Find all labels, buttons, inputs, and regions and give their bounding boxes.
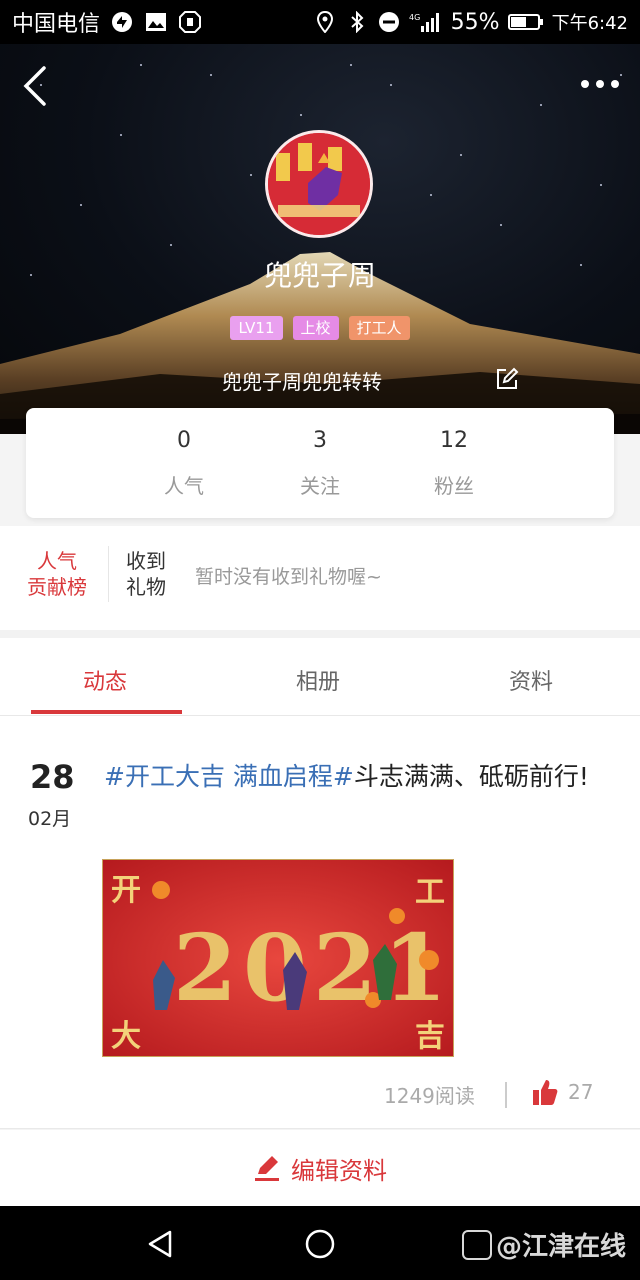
gifts-section: 人气 贡献榜 收到 礼物 暂时没有收到礼物喔~ bbox=[0, 526, 640, 630]
gift-title-line2: 礼物 bbox=[126, 575, 166, 599]
stat-value: 12 bbox=[440, 428, 468, 453]
active-tab-indicator bbox=[31, 710, 182, 714]
tab-activity[interactable]: 动态 bbox=[83, 664, 127, 696]
title-badge: 打工人 bbox=[348, 316, 410, 340]
network-type-label: 4G bbox=[409, 13, 420, 22]
svg-text:吉: 吉 bbox=[415, 1019, 445, 1054]
post-read-count: 1249阅读 bbox=[384, 1084, 475, 1108]
stat-label: 关注 bbox=[300, 474, 340, 498]
gifts-empty-text: 暂时没有收到礼物喔~ bbox=[195, 566, 382, 588]
svg-text:2021: 2021 bbox=[173, 914, 453, 1022]
rank-badge: 上校 bbox=[292, 316, 339, 340]
rank-label-line1: 人气 bbox=[37, 549, 77, 573]
stat-following[interactable]: 3 关注 bbox=[270, 426, 370, 499]
edit-icon bbox=[497, 367, 519, 389]
sync-icon bbox=[110, 10, 134, 34]
divider bbox=[108, 546, 109, 602]
user-nickname: 兜兜子周 bbox=[263, 259, 376, 292]
divider bbox=[505, 1082, 507, 1108]
post-item[interactable]: 28 02月 #开工大吉 满血启程#斗志满满、砥砺前行! 开 工 大 吉 202… bbox=[0, 716, 640, 1130]
gift-title-line1: 收到 bbox=[126, 549, 166, 573]
stat-value: 3 bbox=[313, 428, 327, 453]
status-bar: 中国电信 4G 55% 下午6:42 bbox=[0, 0, 640, 44]
new-year-poster-image: 开 工 大 吉 2021 bbox=[103, 860, 453, 1056]
nav-back-button[interactable] bbox=[144, 1228, 176, 1260]
level-badge: LV11 bbox=[230, 316, 283, 340]
thumbs-up-icon bbox=[533, 1080, 558, 1105]
bluetooth-icon bbox=[345, 10, 369, 34]
section-separator bbox=[0, 630, 640, 638]
stat-label: 人气 bbox=[164, 474, 204, 498]
battery-icon bbox=[507, 10, 544, 34]
more-button[interactable] bbox=[578, 74, 622, 94]
ox-avatar-image bbox=[268, 133, 370, 235]
carrier-name: 中国电信 bbox=[12, 12, 101, 37]
edit-signature-button[interactable] bbox=[494, 366, 520, 392]
badge-row: LV11 上校 打工人 bbox=[0, 316, 640, 340]
triangle-back-icon bbox=[148, 1230, 172, 1258]
more-dot-icon bbox=[611, 80, 619, 88]
profile-header: 兜兜子周 LV11 上校 打工人 兜兜子周兜兜转转 bbox=[0, 44, 640, 434]
chevron-left-icon bbox=[23, 66, 46, 106]
watermark: @江津在线 bbox=[462, 1226, 626, 1263]
contribution-rank-link[interactable]: 人气 贡献榜 bbox=[22, 548, 92, 600]
rank-label-line2: 贡献榜 bbox=[27, 575, 87, 599]
tab-info[interactable]: 资料 bbox=[509, 664, 553, 696]
signal-icon: 4G bbox=[409, 10, 443, 34]
post-month: 02月 bbox=[28, 808, 72, 830]
svg-text:开: 开 bbox=[111, 873, 141, 908]
shield-icon bbox=[178, 10, 202, 34]
nav-home-button[interactable] bbox=[304, 1228, 336, 1260]
more-dot-icon bbox=[596, 80, 604, 88]
watermark-text: @江津在线 bbox=[496, 1232, 627, 1262]
post-day: 28 bbox=[30, 758, 75, 796]
user-signature: 兜兜子周兜兜转转 bbox=[222, 370, 382, 394]
like-button[interactable] bbox=[532, 1078, 558, 1106]
stat-label: 粉丝 bbox=[434, 474, 474, 498]
stat-fans[interactable]: 12 粉丝 bbox=[404, 426, 504, 499]
gallery-icon bbox=[144, 10, 168, 34]
like-count: 27 bbox=[568, 1080, 594, 1104]
battery-percent: 55% bbox=[450, 9, 500, 35]
post-image[interactable]: 开 工 大 吉 2021 bbox=[102, 859, 454, 1057]
pencil-icon bbox=[255, 1156, 279, 1181]
edit-profile-button[interactable]: 编辑资料 bbox=[0, 1130, 640, 1206]
system-nav-bar: @江津在线 bbox=[0, 1206, 640, 1280]
edit-profile-label: 编辑资料 bbox=[291, 1156, 387, 1185]
clock: 下午6:42 bbox=[551, 13, 628, 34]
svg-text:工: 工 bbox=[415, 875, 445, 910]
circle-home-icon bbox=[305, 1229, 335, 1259]
do-not-disturb-icon bbox=[377, 10, 401, 34]
received-gifts-title: 收到 礼物 bbox=[126, 548, 176, 600]
watermark-logo-icon bbox=[462, 1229, 492, 1260]
stats-card: 0 人气 3 关注 12 粉丝 bbox=[26, 408, 614, 518]
post-topic-link[interactable]: #开工大吉 满血启程# bbox=[104, 762, 354, 791]
tab-album[interactable]: 相册 bbox=[296, 664, 340, 696]
profile-tabs: 动态 相册 资料 bbox=[0, 638, 640, 716]
svg-text:大: 大 bbox=[111, 1019, 141, 1054]
more-dot-icon bbox=[581, 80, 589, 88]
location-icon bbox=[313, 10, 337, 34]
stat-popularity[interactable]: 0 人气 bbox=[134, 426, 234, 499]
post-content: #开工大吉 满血启程#斗志满满、砥砺前行! bbox=[104, 756, 604, 798]
stat-value: 0 bbox=[177, 428, 191, 453]
avatar[interactable] bbox=[265, 130, 373, 238]
post-body-text: 斗志满满、砥砺前行! bbox=[353, 762, 589, 791]
back-button[interactable] bbox=[18, 64, 58, 108]
